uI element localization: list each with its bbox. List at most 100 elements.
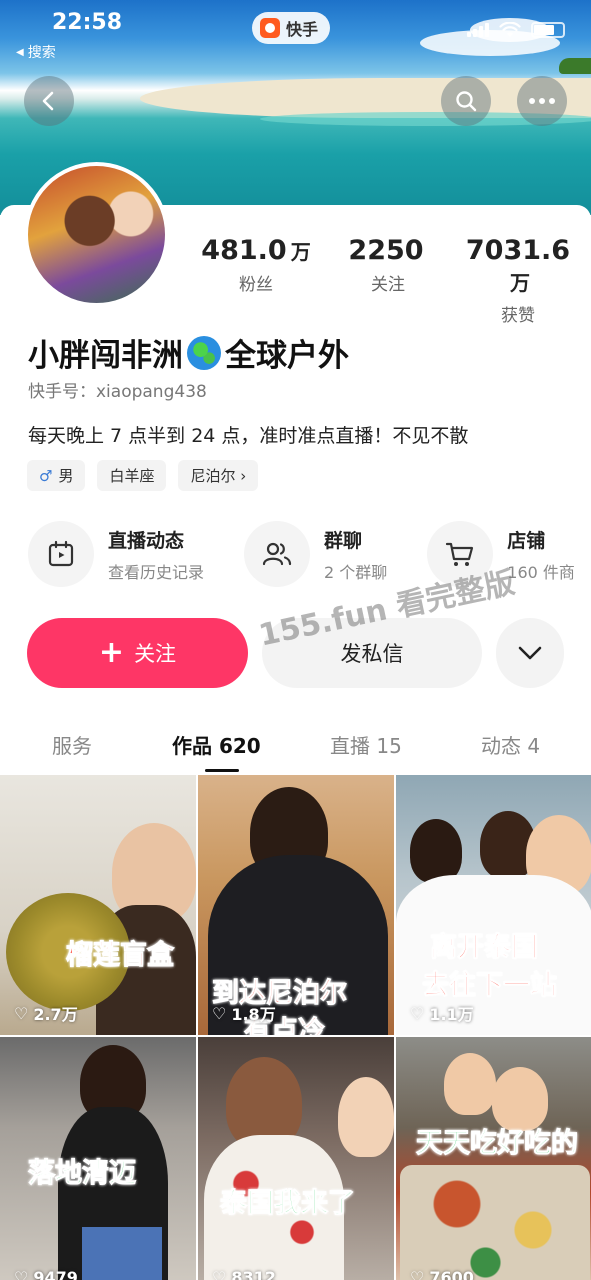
video-tile[interactable]: 落地清迈 ♡ 9479 (0, 1037, 196, 1280)
feature-live-title: 直播动态 (108, 529, 185, 552)
video-tile[interactable]: 离开泰国 去往下一站 ♡ 1.1万 (396, 775, 591, 1035)
profile-stats: 481.0 万 粉丝 2250 关注 7031.6万 获赞 (200, 235, 582, 326)
feature-group-title: 群聊 (324, 529, 363, 552)
video-person (444, 1053, 496, 1115)
video-caption-line2: 去往下一站 (422, 970, 558, 1002)
heart-outline-icon: ♡ (14, 1003, 29, 1023)
chevron-down-icon (518, 646, 542, 660)
tab-moments[interactable]: 动态 4 (481, 730, 540, 759)
stat-followers-unit: 万 (290, 240, 311, 264)
tag-location[interactable]: 尼泊尔 › (178, 460, 259, 491)
heart-outline-icon: ♡ (212, 1268, 227, 1280)
video-person (338, 1077, 394, 1157)
video-grid: 榴莲盲盒 ♡ 2.7万 到达尼泊尔 有点冷 ♡ 1.8万 离开泰国 去往下一站 ♡ 1… (0, 775, 591, 1280)
search-icon (456, 91, 477, 112)
tag-zodiac: 白羊座 (97, 460, 167, 491)
feature-live-history[interactable]: 直播动态 查看历史记录 (28, 521, 204, 587)
male-icon: ♂ (39, 466, 53, 485)
globe-emoji-icon (187, 335, 221, 370)
video-caption: 落地清迈 (28, 1158, 137, 1190)
heart-outline-icon: ♡ (212, 1003, 227, 1023)
video-tile[interactable]: 榴莲盲盒 ♡ 2.7万 (0, 775, 196, 1035)
video-caption: 榴莲盲盒 (66, 940, 175, 972)
video-likes: ♡ 2.7万 (14, 1001, 78, 1025)
follow-button[interactable]: + 关注 (27, 618, 248, 688)
back-button[interactable] (24, 76, 74, 126)
heart-outline-icon: ♡ (14, 1268, 29, 1280)
tab-live[interactable]: 直播 15 (330, 730, 402, 759)
video-caption: 离开泰国 (430, 932, 539, 964)
avatar[interactable] (24, 162, 169, 307)
feature-live-sub: 查看历史记录 (108, 562, 205, 582)
calendar-play-icon (28, 521, 94, 587)
back-to-app-link[interactable]: ◀ 搜索 (16, 42, 56, 62)
stat-likes[interactable]: 7031.6 万 获赞 (454, 235, 582, 326)
kuaishou-logo-icon (260, 18, 280, 38)
video-like-count: 7600 (429, 1268, 474, 1280)
video-likes: ♡ 1.1万 (410, 1001, 474, 1025)
video-tile[interactable]: 天天吃好吃的 ♡ 7600 (396, 1037, 591, 1280)
video-like-count: 1.8万 (231, 1005, 276, 1024)
cover-vegetation (559, 58, 591, 74)
profile-nickname: 小胖闯非洲 全球户外 (28, 330, 349, 375)
video-like-count: 9479 (33, 1268, 78, 1280)
plus-icon: + (98, 635, 125, 670)
video-caption: 天天吃好吃的 (416, 1128, 579, 1160)
stat-likes-label: 获赞 (501, 306, 535, 326)
feature-group-chat[interactable]: 群聊 2 个群聊 (244, 521, 387, 587)
wifi-icon (499, 22, 521, 37)
stat-likes-unit: 万 (510, 271, 530, 295)
app-name: 快手 (286, 20, 319, 39)
active-tab-indicator (205, 769, 239, 772)
video-likes: ♡ 9479 (14, 1268, 78, 1280)
video-like-count: 8312 (231, 1268, 276, 1280)
stat-following-value: 2250 (348, 235, 424, 266)
tag-gender: ♂ 男 (27, 460, 86, 491)
back-to-app-label: 搜索 (27, 45, 56, 61)
follow-button-label: 关注 (134, 642, 177, 666)
battery-icon (531, 22, 565, 38)
feature-group-sub: 2 个群聊 (324, 562, 388, 582)
stat-followers-value: 481.0 (201, 235, 287, 266)
video-like-count: 1.1万 (429, 1005, 474, 1024)
profile-bio: 每天晚上 7 点半到 24 点，准时准点直播！不见不散 (28, 425, 469, 447)
chevron-left-icon (42, 91, 54, 111)
video-likes: ♡ 8312 (212, 1268, 276, 1280)
back-triangle-icon: ◀ (16, 46, 24, 58)
tab-services[interactable]: 服务 (52, 730, 92, 759)
dining-table-image (400, 1165, 590, 1280)
video-likes: ♡ 7600 (410, 1268, 474, 1280)
heart-outline-icon: ♡ (410, 1268, 425, 1280)
status-time: 22:58 (52, 10, 123, 35)
expand-recommendations-button[interactable] (496, 618, 564, 688)
video-tile[interactable]: 到达尼泊尔 有点冷 ♡ 1.8万 (198, 775, 394, 1035)
profile-tags: ♂ 男 白羊座 尼泊尔 › (27, 460, 259, 491)
more-dots-icon (529, 98, 555, 104)
app-switch-pill[interactable]: 快手 (252, 12, 331, 44)
feature-shop-title: 店铺 (507, 529, 546, 552)
nickname-part1: 小胖闯非洲 (28, 338, 183, 374)
video-like-count: 2.7万 (33, 1005, 78, 1024)
tag-gender-label: 男 (58, 467, 74, 485)
stat-followers-label: 粉丝 (239, 275, 273, 295)
search-button[interactable] (441, 76, 491, 126)
stat-following-label: 关注 (371, 275, 405, 295)
group-users-icon (244, 521, 311, 587)
nickname-part2: 全球户外 (225, 338, 349, 374)
video-jeans (82, 1227, 162, 1280)
tab-works[interactable]: 作品 620 (172, 730, 261, 759)
more-options-button[interactable] (517, 76, 567, 126)
video-person (410, 819, 462, 883)
video-tile[interactable]: 泰国我来了 ♡ 8312 (198, 1037, 394, 1280)
profile-tabs: 服务 作品 620 直播 15 动态 4 (0, 720, 591, 772)
kuaishou-id[interactable]: 快手号：xiaopang438 (28, 377, 207, 402)
system-status-icons (467, 22, 565, 38)
feature-shop-sub: 160 件商 (507, 562, 575, 582)
stat-likes-value: 7031.6 (465, 235, 571, 266)
video-caption: 泰国我来了 (220, 1188, 356, 1220)
stat-following[interactable]: 2250 关注 (322, 235, 454, 326)
stat-followers[interactable]: 481.0 万 粉丝 (200, 235, 312, 326)
video-likes: ♡ 1.8万 (212, 1001, 276, 1025)
cellular-signal-icon (467, 23, 489, 37)
heart-outline-icon: ♡ (410, 1003, 425, 1023)
